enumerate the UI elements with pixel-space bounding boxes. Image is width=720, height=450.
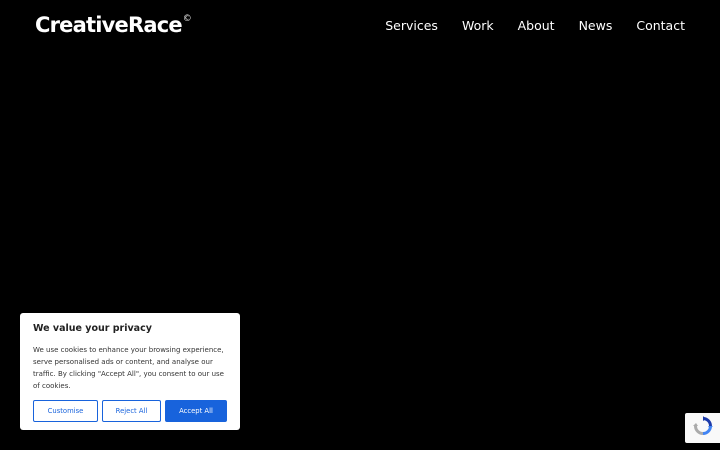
reject-all-button[interactable]: Reject All [102, 400, 161, 422]
main-nav: Services Work About News Contact [361, 17, 685, 35]
nav-item-services[interactable]: Services [385, 17, 438, 35]
recaptcha-icon [693, 416, 713, 440]
cookie-description: We use cookies to enhance your browsing … [33, 346, 224, 390]
logo-text: CreativeRace [35, 13, 183, 37]
cookie-title: We value your privacy [33, 323, 152, 334]
nav-item-news[interactable]: News [579, 17, 613, 35]
nav-item-contact[interactable]: Contact [636, 17, 685, 35]
recaptcha-badge[interactable] [685, 413, 720, 443]
site-logo[interactable]: CreativeRace © [35, 12, 192, 38]
accept-all-button[interactable]: Accept All [165, 400, 227, 422]
cookie-actions: Customise Reject All Accept All [33, 400, 227, 422]
copyright-mark: © [182, 14, 192, 24]
nav-item-work[interactable]: Work [462, 17, 494, 35]
customise-button[interactable]: Customise [33, 400, 98, 422]
page: CreativeRace © Services Work About News … [0, 0, 720, 450]
cookie-consent-banner: We value your privacy We use cookies to … [20, 313, 240, 430]
site-header: CreativeRace © Services Work About News … [0, 0, 720, 52]
nav-item-about[interactable]: About [518, 17, 555, 35]
